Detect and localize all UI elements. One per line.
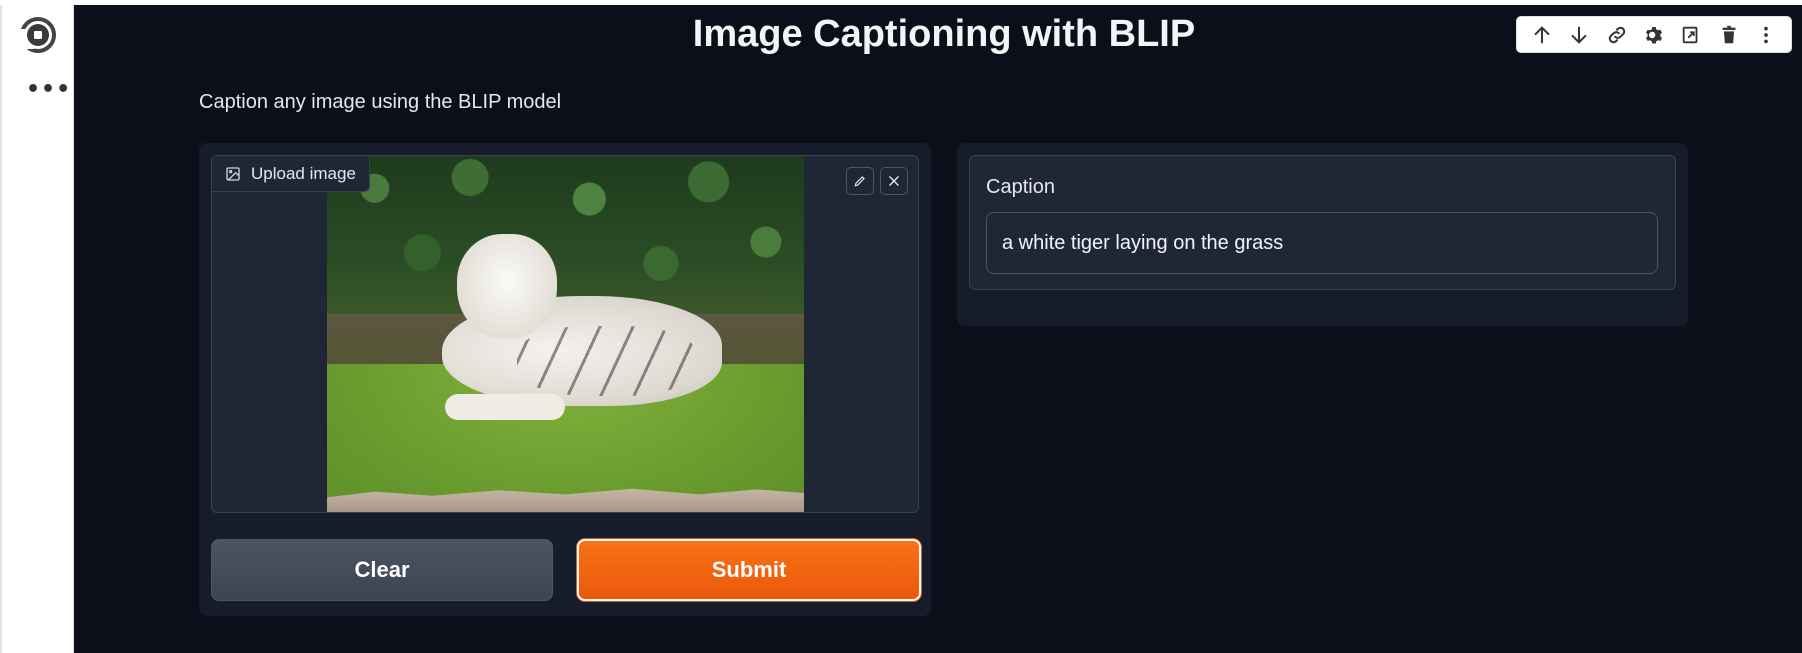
arrow-down-icon[interactable] bbox=[1565, 21, 1593, 49]
image-input-label: Upload image bbox=[212, 156, 370, 192]
arrow-up-icon[interactable] bbox=[1528, 21, 1556, 49]
uploaded-image bbox=[327, 156, 804, 512]
gradio-app: Image Captioning with BLIP Caption any i… bbox=[74, 5, 1802, 653]
output-panel: Caption a white tiger laying on the gras… bbox=[957, 143, 1688, 326]
image-icon bbox=[226, 166, 240, 181]
gear-icon[interactable] bbox=[1640, 21, 1668, 49]
trash-icon[interactable] bbox=[1715, 21, 1743, 49]
link-icon[interactable] bbox=[1603, 21, 1631, 49]
input-panel: Upload image Clear Submit bbox=[199, 143, 931, 616]
page-description: Caption any image using the BLIP model bbox=[199, 91, 562, 113]
image-upload-area[interactable]: Upload image bbox=[211, 155, 919, 513]
embed-icon[interactable] bbox=[1677, 21, 1705, 49]
clear-button[interactable]: Clear bbox=[211, 539, 553, 601]
close-icon[interactable] bbox=[880, 167, 908, 195]
more-vertical-icon[interactable] bbox=[1752, 21, 1780, 49]
caption-output-field[interactable]: a white tiger laying on the grass bbox=[986, 212, 1658, 274]
image-input-label-text: Upload image bbox=[251, 163, 356, 183]
image-actions bbox=[846, 167, 908, 195]
submit-button[interactable]: Submit bbox=[577, 539, 921, 601]
edit-icon[interactable] bbox=[846, 167, 874, 195]
caption-label: Caption bbox=[986, 176, 1055, 198]
more-options-icon[interactable]: ••• bbox=[26, 79, 71, 101]
caption-block: Caption a white tiger laying on the gras… bbox=[969, 155, 1676, 290]
app-logo-icon[interactable] bbox=[20, 17, 56, 53]
cell-toolbar bbox=[1516, 16, 1792, 53]
left-sidebar: ••• bbox=[0, 5, 74, 653]
